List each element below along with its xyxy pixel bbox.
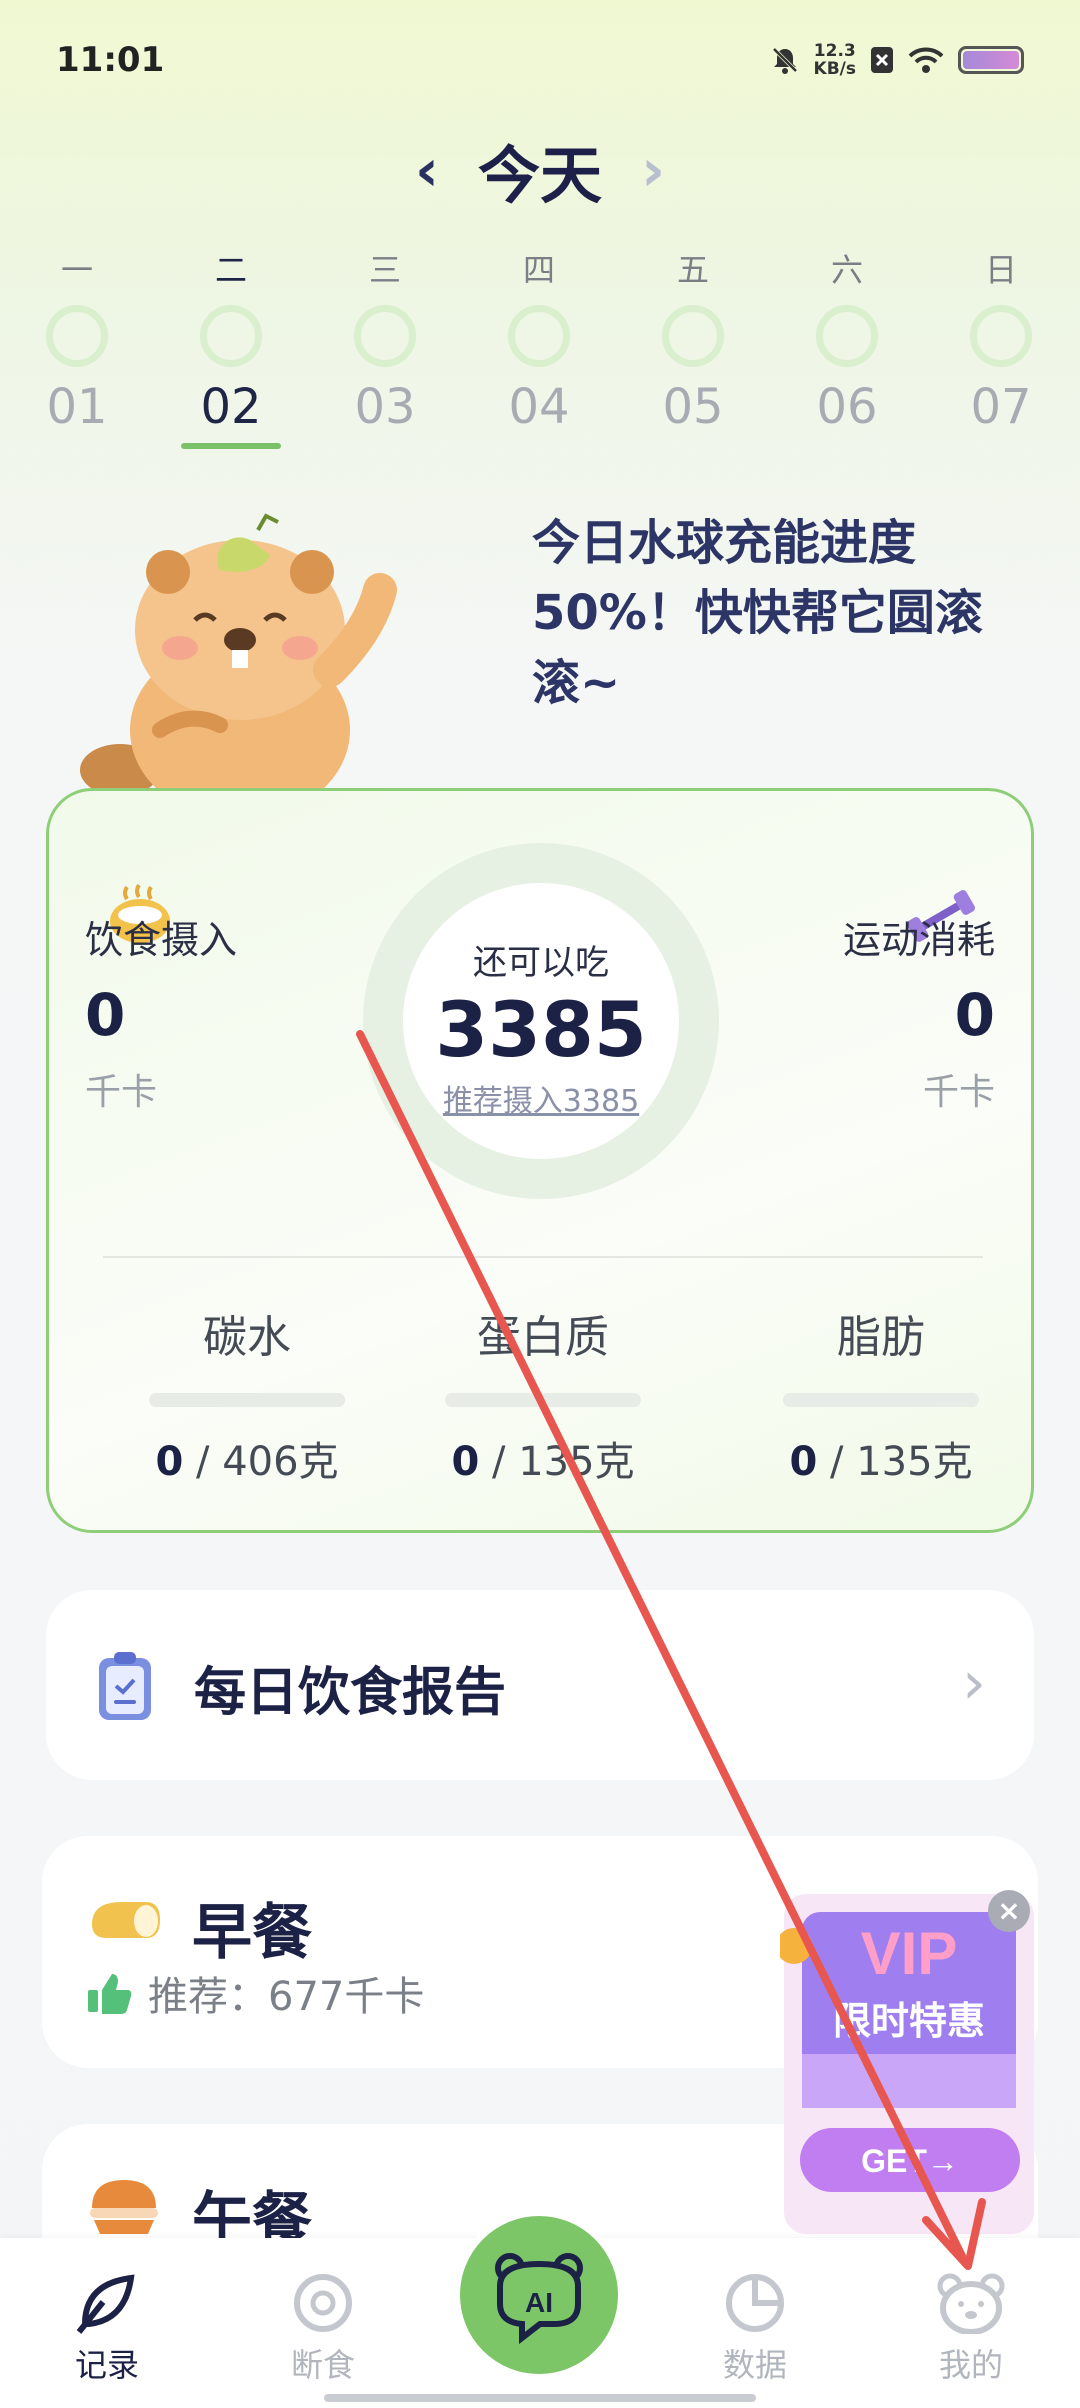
vip-promo-banner[interactable]: VIP 限时特惠 GET→ (780, 1894, 1038, 2234)
intake-value: 0 (85, 981, 126, 1049)
macro-protein: 蛋白质 0 / 135克 (443, 1301, 643, 1487)
divider (103, 1256, 983, 1258)
progress-ring-icon (508, 305, 570, 367)
beaver-mascot-icon (80, 513, 397, 790)
selected-underline (181, 443, 281, 449)
tab-label: 断食 (290, 2346, 355, 2384)
day-04[interactable]: 四 04 (484, 245, 594, 435)
recommended-intake-link[interactable]: 推荐摄入3385 (403, 1076, 679, 1120)
meal-title: 早餐 (192, 1898, 312, 1968)
tab-label: 我的 (938, 2346, 1003, 2384)
date-number: 07 (970, 379, 1032, 435)
tab-label: 数据 (722, 2346, 787, 2384)
macro-progress-bar (149, 1393, 345, 1407)
date-number: 02 (200, 379, 262, 435)
wifi-icon (908, 47, 944, 73)
day-02[interactable]: 二 02 (176, 245, 286, 449)
clipboard-icon (99, 1652, 151, 1720)
bear-face-icon (937, 2273, 1005, 2334)
mascot-message: 今日水球充能进度50%！快快帮它圆滚滚~ (532, 515, 983, 711)
clock: 11:01 (56, 40, 165, 80)
macro-name: 蛋白质 (477, 1312, 609, 1363)
battery-icon (958, 46, 1024, 74)
week-strip: 一 01 二 02 三 03 四 04 五 05 六 06 日 07 (0, 245, 1080, 455)
bun-icon (90, 2180, 158, 2234)
day-05[interactable]: 五 05 (638, 245, 748, 435)
promo-cta: GET→ (861, 2143, 959, 2179)
ring-icon (294, 2274, 352, 2332)
promo-title: VIP (861, 1920, 958, 1987)
macro-progress-bar (445, 1393, 641, 1407)
date-number: 01 (46, 379, 108, 435)
no-sim-icon (871, 47, 893, 73)
status-bar: 11:01 12.3 KB/s (0, 0, 1080, 120)
macro-carbs: 碳水 0 / 406克 (147, 1301, 347, 1487)
date-number: 05 (662, 379, 724, 435)
date-number: 03 (354, 379, 416, 435)
weekday-label: 二 (214, 251, 247, 289)
day-07[interactable]: 日 07 (946, 245, 1056, 435)
remaining-calorie-gauge[interactable]: 还可以吃 3385 推荐摄入3385 (363, 843, 719, 1199)
pie-chart-icon (726, 2274, 784, 2332)
date-header: ‹ 今天 › (0, 125, 1080, 215)
ai-bear-icon: AI (495, 2253, 583, 2345)
progress-ring-icon (816, 305, 878, 367)
day-06[interactable]: 六 06 (792, 245, 902, 435)
burn-value: 0 (954, 981, 995, 1049)
tab-data[interactable]: 数据 (680, 2272, 830, 2386)
page-title: 今天 (477, 139, 602, 212)
daily-diet-report-button[interactable]: 每日饮食报告 › (46, 1590, 1034, 1780)
net-speed: 12.3 KB/s (813, 41, 856, 79)
weekday-label: 一 (60, 251, 93, 289)
macro-name: 脂肪 (837, 1312, 925, 1363)
bread-icon (92, 1902, 160, 1938)
report-label: 每日饮食报告 (194, 1663, 507, 1723)
intake-unit: 千卡 (85, 1072, 158, 1113)
ai-assistant-button[interactable]: AI (454, 2210, 624, 2380)
chevron-right-icon: › (962, 1648, 986, 1718)
macro-name: 碳水 (203, 1312, 291, 1363)
close-icon[interactable]: × (988, 1890, 1030, 1932)
leaf-pen-icon (76, 2274, 135, 2334)
chevron-left-icon[interactable]: ‹ (415, 136, 439, 204)
macro-value: 0 / 406克 (155, 1439, 339, 1485)
burn-label: 运动消耗 (842, 918, 995, 962)
weekday-label: 三 (368, 251, 401, 289)
intake-label: 饮食摄入 (85, 918, 238, 962)
date-number: 04 (508, 379, 570, 435)
mute-bell-icon (772, 47, 797, 74)
weekday-label: 四 (522, 251, 555, 289)
remaining-label: 还可以吃 (473, 943, 609, 983)
tab-mine[interactable]: 我的 (896, 2272, 1046, 2386)
home-indicator[interactable] (324, 2394, 756, 2402)
weekday-label: 五 (676, 251, 709, 289)
meal-recommend: 推荐：677千卡 (148, 1974, 425, 2020)
remaining-value: 3385 (435, 985, 647, 1074)
burn-unit: 千卡 (922, 1072, 995, 1113)
chevron-right-icon[interactable]: › (641, 136, 665, 204)
progress-ring-icon (354, 305, 416, 367)
progress-ring-icon (970, 305, 1032, 367)
day-03[interactable]: 三 03 (330, 245, 440, 435)
macro-value: 0 / 135克 (789, 1439, 973, 1485)
promo-subtitle: 限时特惠 (833, 1999, 985, 2043)
calorie-summary-card: 饮食摄入 0 千卡 还可以吃 3385 推荐摄入3385 运动消耗 0 千卡 碳… (46, 788, 1034, 1533)
date-number: 06 (816, 379, 878, 435)
progress-ring-icon (662, 305, 724, 367)
progress-ring-icon (46, 305, 108, 367)
tab-record[interactable]: 记录 (32, 2272, 182, 2386)
ai-label: AI (525, 2287, 553, 2318)
thumbs-up-icon (88, 1974, 132, 2014)
weekday-label: 日 (984, 251, 1017, 289)
weekday-label: 六 (830, 251, 863, 289)
macro-progress-bar (783, 1393, 979, 1407)
tab-label: 记录 (74, 2346, 139, 2384)
macro-value: 0 / 135克 (451, 1439, 635, 1485)
macro-fat: 脂肪 0 / 135克 (781, 1301, 981, 1487)
day-01[interactable]: 一 01 (22, 245, 132, 435)
tab-fasting[interactable]: 断食 (248, 2272, 398, 2386)
progress-ring-icon (200, 305, 262, 367)
